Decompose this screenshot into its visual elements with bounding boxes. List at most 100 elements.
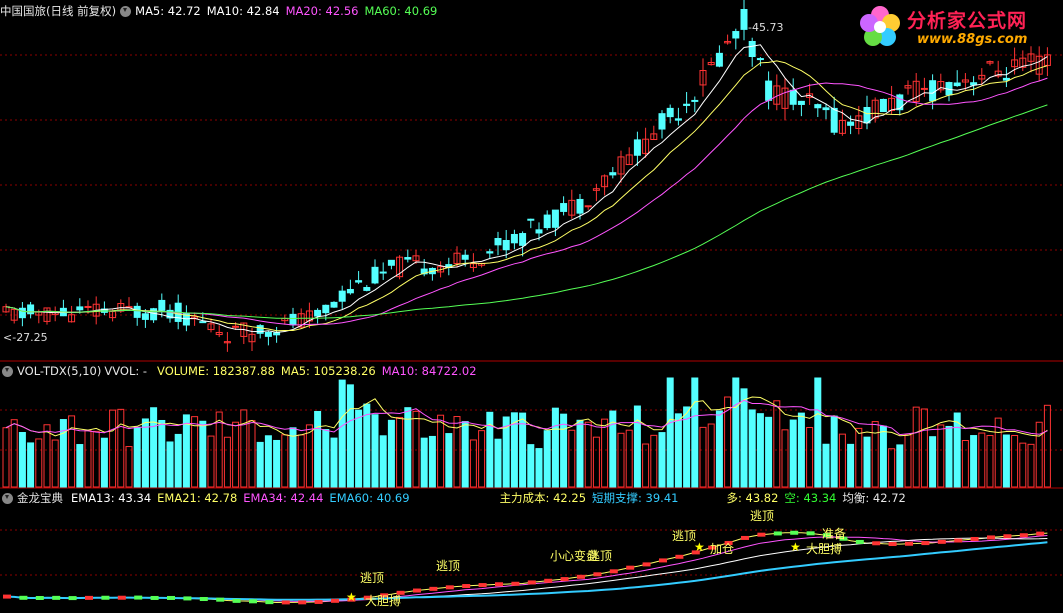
trend-band-segment <box>1036 531 1045 536</box>
trend-band-segment <box>150 595 159 600</box>
ema60-line <box>5 541 1048 601</box>
volume-bar-down <box>797 412 805 488</box>
down-candle <box>658 113 666 130</box>
volume-bar-down <box>830 415 838 488</box>
volume-bar-up <box>888 448 896 488</box>
volume-bar-down <box>658 432 666 488</box>
trend-band-segment <box>921 541 930 546</box>
volume-bar-down <box>1002 434 1010 488</box>
down-candle <box>486 251 494 254</box>
trend-band-segment <box>331 598 339 603</box>
signal-labels: 逃顶大胆搏逃顶逃顶小心变盘逃顶 加仓逃顶准备大胆搏★★ ★ <box>346 509 846 608</box>
volume-bar-down <box>59 419 67 488</box>
volume-bar-up <box>601 418 609 488</box>
volume-bar-up <box>978 432 986 488</box>
volume-bar-up <box>240 409 248 488</box>
trend-band-segment <box>970 536 979 541</box>
trend-band-segment <box>593 572 602 577</box>
down-candle <box>732 31 740 39</box>
volume-bar-down <box>166 441 174 488</box>
volume-bar-up <box>117 408 125 488</box>
down-candle <box>666 107 674 118</box>
volume-bar-down <box>674 413 682 488</box>
down-candle <box>830 107 838 133</box>
volume-bar-up <box>707 423 715 488</box>
volume-bar-down <box>141 418 149 488</box>
volume-bar-up <box>986 435 994 488</box>
volume-bar-up <box>281 434 289 488</box>
down-candle <box>576 198 584 214</box>
volume-bar-down <box>461 421 469 488</box>
volume-bar-down <box>445 433 453 488</box>
volume-bar-up <box>773 400 781 488</box>
volume-bar-up <box>92 430 100 488</box>
volume-bar-down <box>691 377 699 488</box>
trend-band-segment <box>199 597 208 602</box>
volume-bar-down <box>264 435 272 488</box>
trend-band-segment <box>757 532 766 537</box>
volume-bar-up <box>650 434 658 488</box>
down-candle <box>461 254 469 260</box>
down-candle <box>519 233 527 246</box>
volume-bar-up <box>478 430 486 488</box>
volume-bar-down <box>158 419 166 488</box>
signal-label: 逃顶 <box>436 559 460 573</box>
trend-band-segment <box>101 595 110 600</box>
volume-bar-down <box>322 429 330 488</box>
volume-bar-down <box>27 442 35 488</box>
volume-bar-up <box>68 415 76 488</box>
down-candle <box>1002 77 1010 81</box>
down-candle <box>264 331 272 337</box>
volume-bar-up <box>699 426 707 488</box>
down-candle <box>879 98 887 113</box>
volume-bar-down <box>560 413 568 488</box>
down-candle <box>748 40 756 58</box>
trend-band-segment <box>987 535 995 540</box>
volume-bar-down <box>428 435 436 488</box>
volume-bar-down <box>76 444 84 488</box>
down-candle <box>756 58 764 61</box>
volume-bar-down <box>486 411 494 488</box>
down-candle <box>691 99 699 102</box>
trend-band-segment <box>167 595 175 600</box>
down-candle <box>76 306 84 311</box>
volume-bar-up <box>469 439 477 488</box>
down-candle <box>510 233 518 244</box>
star-icon: ★ <box>694 540 705 554</box>
volume-bar-down <box>273 439 281 488</box>
trend-band-segment <box>298 600 307 605</box>
trend-band-segment <box>954 538 963 543</box>
volume-bar-down <box>18 432 26 488</box>
down-candle <box>674 118 682 121</box>
volume-bar-down <box>387 419 395 488</box>
trend-band-segment <box>642 562 651 567</box>
chart-labels: -45.73 <-27.25 <box>3 21 783 344</box>
volume-bar-down <box>182 414 190 488</box>
down-candle <box>896 94 904 111</box>
trend-band-segment <box>560 577 569 582</box>
down-candle <box>789 89 797 105</box>
volume-bar-up <box>396 416 404 488</box>
ma60-line <box>5 104 1048 320</box>
down-candle <box>953 82 961 87</box>
trend-band-segment <box>659 558 667 563</box>
volume-bar-down <box>879 425 887 488</box>
trend-band-segment <box>429 586 438 591</box>
volume-bar-up <box>961 439 969 488</box>
volume-bars <box>2 377 1051 488</box>
down-candle <box>322 304 330 314</box>
down-candle <box>150 308 158 321</box>
down-candle <box>18 307 26 319</box>
volume-bar-down <box>535 448 543 488</box>
up-candle <box>84 305 92 308</box>
volume-bar-down <box>740 388 748 488</box>
volume-bar-up <box>412 410 420 488</box>
volume-bar-up <box>912 406 920 488</box>
down-candle <box>765 80 773 101</box>
volume-bar-up <box>838 433 846 488</box>
volume-bar-up <box>1043 404 1051 488</box>
volume-bar-up <box>937 424 945 488</box>
volume-bar-up <box>1035 421 1043 488</box>
trend-band-segment <box>905 541 913 546</box>
grid-lines <box>0 54 1063 576</box>
